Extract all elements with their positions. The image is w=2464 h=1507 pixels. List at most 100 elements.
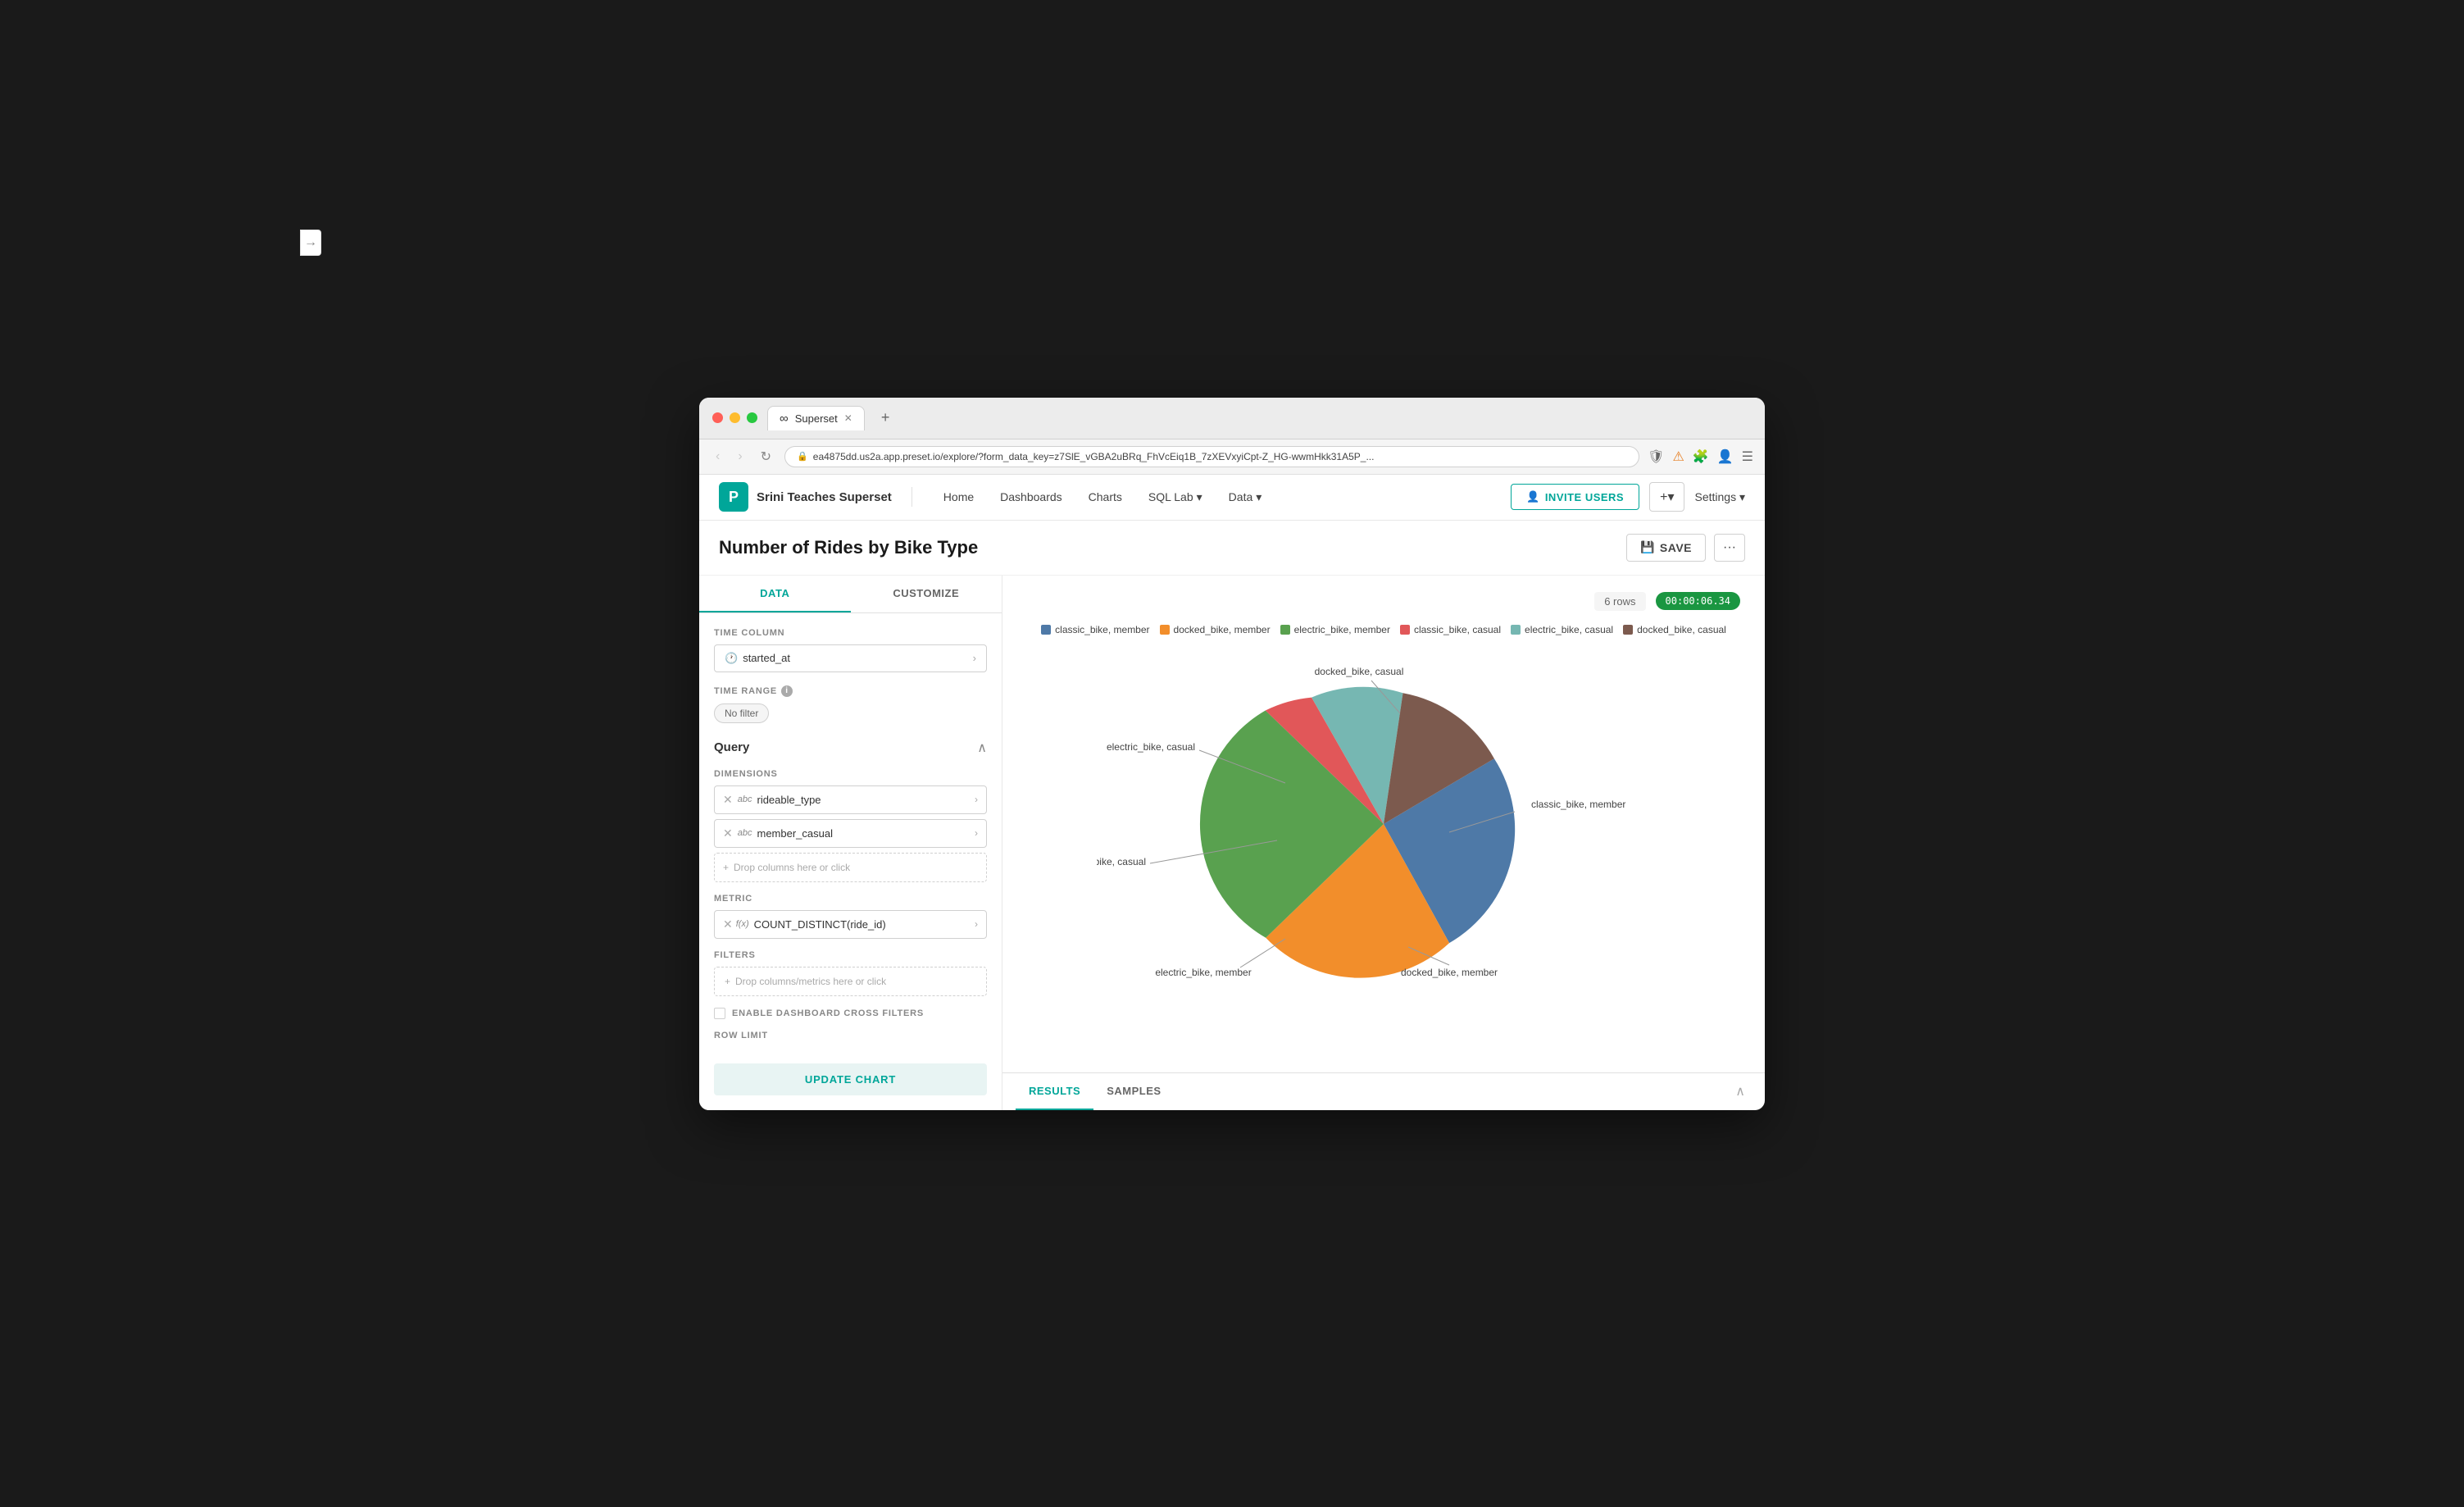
chevron-right-icon: › xyxy=(975,918,978,930)
back-button[interactable]: ‹ xyxy=(711,448,725,466)
pie-label-2: electric_bike, member xyxy=(1155,967,1251,978)
page-actions: 💾 SAVE ··· xyxy=(1626,534,1745,562)
chevron-right-icon: › xyxy=(975,827,978,839)
minimize-traffic-light[interactable] xyxy=(730,412,740,423)
filters-drop-zone[interactable]: + Drop columns/metrics here or click xyxy=(714,967,987,996)
no-filter-badge[interactable]: No filter xyxy=(714,703,987,723)
browser-tab[interactable]: ∞ Superset ✕ xyxy=(767,406,865,430)
tab-customize[interactable]: CUSTOMIZE xyxy=(851,576,1002,612)
nav-dashboards[interactable]: Dashboards xyxy=(989,484,1074,511)
url-bar[interactable]: 🔒 ea4875dd.us2a.app.preset.io/explore/?f… xyxy=(784,446,1639,467)
legend-item-5: docked_bike, casual xyxy=(1623,624,1726,635)
dimension-item-1[interactable]: ✕ abc member_casual › xyxy=(714,819,987,848)
logo-icon: P xyxy=(719,482,748,512)
save-icon: 💾 xyxy=(1640,540,1655,554)
tab-results[interactable]: RESULTS xyxy=(1016,1073,1093,1110)
tab-data[interactable]: DATA xyxy=(699,576,851,612)
forward-button[interactable]: › xyxy=(733,448,747,466)
nav-links: Home Dashboards Charts SQL Lab ▾ Data ▾ xyxy=(932,484,1491,511)
app-window: ∞ Superset ✕ + ‹ › ↻ 🔒 ea4875dd.us2a.app… xyxy=(699,398,1765,1110)
metric-item[interactable]: ✕ f(x) COUNT_DISTINCT(ride_id) › xyxy=(714,910,987,939)
nav-charts[interactable]: Charts xyxy=(1077,484,1134,511)
dimension-name-0: rideable_type xyxy=(757,794,821,806)
dimension-remove-1[interactable]: ✕ xyxy=(723,826,733,840)
maximize-traffic-light[interactable] xyxy=(747,412,757,423)
invite-users-button[interactable]: 👤 INVITE USERS xyxy=(1511,484,1639,510)
legend-color-5 xyxy=(1623,625,1633,635)
nav-sqllab[interactable]: SQL Lab ▾ xyxy=(1137,484,1214,511)
time-badge: 00:00:06.34 xyxy=(1656,592,1740,610)
tab-samples[interactable]: SAMPLES xyxy=(1093,1073,1174,1110)
settings-button[interactable]: Settings ▾ xyxy=(1694,490,1745,504)
more-options-button[interactable]: ··· xyxy=(1714,534,1745,562)
legend-item-3: classic_bike, casual xyxy=(1400,624,1501,635)
chevron-right-icon: › xyxy=(973,652,976,664)
close-traffic-light[interactable] xyxy=(712,412,723,423)
traffic-lights xyxy=(712,412,757,423)
legend-label-4: electric_bike, casual xyxy=(1525,624,1613,635)
app-logo: P Srini Teaches Superset xyxy=(719,482,892,512)
pie-label-0: classic_bike, member xyxy=(1531,799,1625,810)
warning-icon: ⚠ xyxy=(1672,448,1684,465)
address-bar: ‹ › ↻ 🔒 ea4875dd.us2a.app.preset.io/expl… xyxy=(699,439,1765,475)
metric-remove[interactable]: ✕ xyxy=(723,917,733,931)
new-tab-button[interactable]: + xyxy=(875,409,897,426)
legend-color-2 xyxy=(1280,625,1290,635)
results-panel-collapse[interactable]: ∧ xyxy=(1729,1077,1752,1106)
cross-filters-row: ENABLE DASHBOARD CROSS FILTERS xyxy=(714,1008,987,1019)
clock-icon: 🕐 xyxy=(725,652,738,665)
query-section-collapse[interactable]: ∧ xyxy=(977,740,987,756)
add-button[interactable]: +▾ xyxy=(1649,482,1684,512)
pie-chart: classic_bike, member docked_bike, member… xyxy=(1097,652,1671,996)
page-header: Number of Rides by Bike Type 💾 SAVE ··· xyxy=(699,521,1765,576)
plus-icon: + xyxy=(723,862,729,873)
dimension-item-0[interactable]: ✕ abc rideable_type › xyxy=(714,785,987,814)
metric-name: COUNT_DISTINCT(ride_id) xyxy=(754,918,886,931)
pie-label-5: docked_bike, casual xyxy=(1315,666,1404,677)
panel-body: TIME COLUMN 🕐 started_at › TIME RANGE i … xyxy=(699,613,1002,1110)
time-column-value: started_at xyxy=(743,652,790,664)
chart-area: 6 rows 00:00:06.34 classic_bike, member … xyxy=(1002,576,1765,1072)
legend-label-5: docked_bike, casual xyxy=(1637,624,1726,635)
legend-label-0: classic_bike, member xyxy=(1055,624,1149,635)
right-panel: 6 rows 00:00:06.34 classic_bike, member … xyxy=(1002,576,1765,1110)
app-navbar: P Srini Teaches Superset Home Dashboards… xyxy=(699,475,1765,521)
panel-tabs: DATA CUSTOMIZE xyxy=(699,576,1002,613)
bottom-tabs: RESULTS SAMPLES ∧ xyxy=(1002,1072,1765,1110)
time-column-select[interactable]: 🕐 started_at › xyxy=(714,644,987,672)
legend-label-3: classic_bike, casual xyxy=(1414,624,1501,635)
shield-icon: 🛡 xyxy=(1648,448,1664,465)
bottom-tab-bar: RESULTS SAMPLES ∧ xyxy=(1002,1073,1765,1110)
nav-home[interactable]: Home xyxy=(932,484,985,511)
dimensions-drop-zone[interactable]: + Drop columns here or click xyxy=(714,853,987,882)
cross-filters-label: ENABLE DASHBOARD CROSS FILTERS xyxy=(732,1008,924,1018)
query-section-header: Query ∧ xyxy=(714,740,987,756)
pie-label-line-2 xyxy=(1240,939,1285,967)
dimension-remove-0[interactable]: ✕ xyxy=(723,793,733,807)
save-button[interactable]: 💾 SAVE xyxy=(1626,534,1706,562)
menu-icon[interactable]: ☰ xyxy=(1742,448,1753,465)
row-count-badge: 6 rows xyxy=(1594,592,1645,611)
pie-label-4: electric_bike, casual xyxy=(1107,741,1195,753)
pie-chart-container: classic_bike, member docked_bike, member… xyxy=(1027,652,1740,996)
tab-close-icon[interactable]: ✕ xyxy=(844,412,852,424)
info-icon: i xyxy=(781,685,793,697)
legend-color-3 xyxy=(1400,625,1410,635)
cross-filters-checkbox[interactable] xyxy=(714,1008,725,1019)
plus-icon: + xyxy=(725,976,730,987)
main-content: → DATA CUSTOMIZE TIME COLUMN 🕐 started_a… xyxy=(699,576,1765,1110)
chevron-right-icon: › xyxy=(975,794,978,805)
legend-color-0 xyxy=(1041,625,1051,635)
puzzle-icon: 🧩 xyxy=(1693,448,1709,465)
update-chart-button[interactable]: UPDATE CHART xyxy=(714,1063,987,1095)
legend-item-1: docked_bike, member xyxy=(1160,624,1271,635)
nav-data[interactable]: Data ▾ xyxy=(1217,484,1274,511)
row-limit-label: ROW LIMIT xyxy=(714,1031,987,1040)
nav-divider xyxy=(911,487,912,507)
superset-tab-icon: ∞ xyxy=(780,412,789,426)
chart-toolbar: 6 rows 00:00:06.34 xyxy=(1027,592,1740,611)
lock-icon: 🔒 xyxy=(797,451,808,462)
page-title: Number of Rides by Bike Type xyxy=(719,537,978,558)
nav-actions: 👤 INVITE USERS +▾ Settings ▾ xyxy=(1511,482,1745,512)
refresh-button[interactable]: ↻ xyxy=(756,447,776,467)
